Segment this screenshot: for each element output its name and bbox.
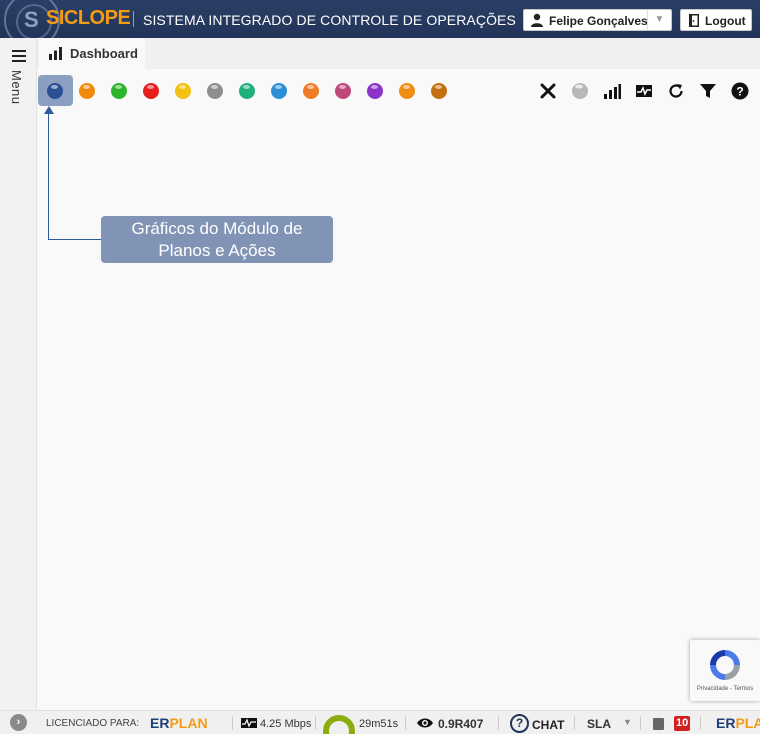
app-brand[interactable]: SICLOPE: [46, 7, 131, 30]
session-gauge-icon: [323, 715, 355, 734]
callout-connector-horizontal: [48, 239, 102, 240]
module-3-ball-icon[interactable]: [111, 83, 127, 99]
hamburger-menu-icon[interactable]: [12, 50, 26, 62]
refresh-icon[interactable]: [667, 82, 685, 100]
callout-arrow-head: [44, 106, 54, 114]
help-icon[interactable]: ?: [731, 82, 749, 100]
logout-label: Logout: [705, 14, 746, 28]
module-1-ball-icon[interactable]: [47, 83, 63, 99]
module-11-ball-icon[interactable]: [367, 83, 383, 99]
recaptcha-icon: [710, 650, 740, 680]
session-time: 29m51s: [359, 718, 399, 730]
notification-badge[interactable]: 10: [674, 716, 691, 731]
erplan-logo: ERPLAN: [716, 715, 760, 731]
app-subtitle: SISTEMA INTEGRADO DE CONTROLE DE OPERAÇÕ…: [143, 12, 516, 28]
callout-line-1: Gráficos do Módulo de: [131, 219, 303, 238]
licensed-to-label: LICENCIADO PARA:: [46, 718, 140, 729]
footer-divider: [405, 716, 406, 730]
module-8-ball-icon[interactable]: [271, 83, 287, 99]
callout-line-2: Planos e Ações: [158, 241, 276, 260]
brand-divider: [133, 11, 134, 27]
close-icon[interactable]: [539, 82, 557, 100]
user-menu-dropdown[interactable]: Felipe Gonçalves ▼: [523, 9, 672, 31]
erplan-logo: ERPLAN: [150, 715, 208, 731]
sidebar: Menu: [0, 38, 37, 734]
user-name: Felipe Gonçalves: [549, 14, 648, 28]
tab-label: Dashboard: [70, 46, 138, 61]
sla-menu[interactable]: SLA: [587, 717, 611, 731]
svg-text:?: ?: [736, 85, 743, 99]
footer-divider: [498, 716, 499, 730]
module-2-ball-icon[interactable]: [79, 83, 95, 99]
chevron-down-icon[interactable]: ▼: [623, 717, 632, 727]
network-speed-icon: [241, 718, 257, 728]
bar-chart-icon: [49, 47, 62, 60]
expand-right-icon[interactable]: ›: [10, 714, 27, 731]
gray-ball-icon[interactable]: [571, 82, 589, 100]
erplan-logo-plan: PLAN: [735, 715, 760, 731]
footer-divider: [574, 716, 575, 730]
module-5-ball-icon[interactable]: [175, 83, 191, 99]
network-speed: 4.25 Mbps: [260, 718, 312, 730]
module-13-ball-icon[interactable]: [431, 83, 447, 99]
main-content: Dashboard: [37, 38, 760, 710]
menu-label[interactable]: Menu: [9, 70, 24, 105]
signal-bars-icon[interactable]: [603, 82, 621, 100]
module-6-ball-icon[interactable]: [207, 83, 223, 99]
chevron-down-icon[interactable]: ▼: [647, 10, 671, 30]
footer-divider: [700, 716, 701, 730]
app-version: 0.9R407: [438, 717, 484, 731]
module-10-ball-icon[interactable]: [335, 83, 351, 99]
status-footer: › LICENCIADO PARA: ERPLAN 4.25 Mbps 29m5…: [0, 710, 760, 734]
user-icon: [531, 13, 543, 27]
callout-connector: [48, 113, 49, 240]
door-exit-icon: [689, 14, 699, 27]
erplan-logo-er: ER: [716, 715, 736, 731]
logout-button[interactable]: Logout: [680, 9, 752, 31]
chat-button[interactable]: CHAT: [532, 718, 564, 732]
module-9-ball-icon[interactable]: [303, 83, 319, 99]
footer-divider: [315, 716, 316, 730]
footer-divider: [232, 716, 233, 730]
module-12-ball-icon[interactable]: [399, 83, 415, 99]
tab-dashboard[interactable]: Dashboard: [39, 38, 145, 69]
erplan-logo-plan: PLAN: [169, 715, 208, 731]
activity-monitor-icon[interactable]: [635, 82, 653, 100]
filter-icon[interactable]: [699, 82, 717, 100]
module-7-ball-icon[interactable]: [239, 83, 255, 99]
footer-divider: [640, 716, 641, 730]
document-icon[interactable]: [653, 718, 664, 730]
eye-icon: [417, 718, 433, 728]
erplan-logo-er: ER: [150, 715, 170, 731]
recaptcha-terms[interactable]: Privacidade - Termos: [690, 686, 760, 692]
chat-help-icon[interactable]: ?: [510, 714, 529, 733]
top-header: S SICLOPE SISTEMA INTEGRADO DE CONTROLE …: [0, 0, 760, 48]
siclope-logo-mark: S: [24, 7, 39, 32]
module-4-ball-icon[interactable]: [143, 83, 159, 99]
tab-bar: Dashboard: [37, 38, 760, 69]
callout-tooltip: Gráficos do Módulo de Planos e Ações: [101, 216, 333, 263]
recaptcha-badge[interactable]: Privacidade - Termos: [690, 640, 760, 701]
